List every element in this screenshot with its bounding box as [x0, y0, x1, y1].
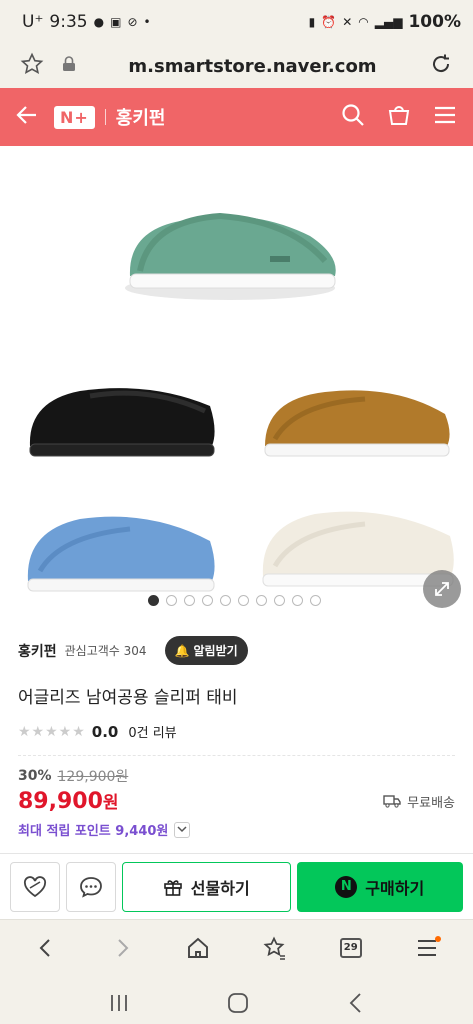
url-text[interactable]: m.smartstore.naver.com	[76, 56, 429, 77]
shipping-info: 무료배송	[383, 792, 455, 811]
home-outline-icon	[228, 993, 249, 1013]
gallery-dot[interactable]	[292, 595, 303, 606]
blue-slipper-image	[27, 516, 215, 592]
cart-icon[interactable]	[387, 103, 411, 131]
link-icon: ⊘	[127, 15, 138, 29]
expand-icon	[435, 582, 449, 596]
rating-value: 0.0	[91, 722, 119, 741]
seller-name[interactable]: 홍키펀	[18, 641, 57, 661]
signal-icon: ▂▄▆	[374, 15, 403, 29]
gift-icon	[163, 879, 182, 896]
battery-level: 100%	[408, 12, 461, 32]
chevron-down-icon	[177, 826, 187, 833]
browser-menu-button[interactable]	[407, 928, 447, 968]
product-title: 어글리즈 남여공용 슬리퍼 태비	[18, 688, 238, 708]
rating-stars: ★★★★★	[18, 723, 86, 740]
black-slipper-image	[29, 388, 215, 457]
discount-rate: 30%	[18, 768, 52, 784]
browser-tabs-button[interactable]: 29	[331, 928, 371, 968]
mute-icon: ✕	[342, 15, 353, 29]
shipping-label: 무료배송	[407, 795, 455, 811]
header-divider	[104, 109, 106, 125]
brown-slipper-image	[264, 390, 450, 457]
back-chevron-icon	[349, 993, 361, 1013]
browser-home-button[interactable]	[178, 928, 218, 968]
gallery-pagination	[148, 595, 321, 606]
gallery-dot[interactable]	[220, 595, 231, 606]
recent-apps-icon	[111, 995, 128, 1011]
buy-button[interactable]: N 구매하기	[296, 861, 463, 912]
lock-status-icon: ▮	[308, 15, 316, 29]
gallery-dot[interactable]	[184, 595, 195, 606]
clock: 9:35	[49, 12, 88, 32]
browser-url-bar: m.smartstore.naver.com	[0, 44, 473, 88]
favorite-star-icon[interactable]	[20, 52, 44, 80]
gallery-dot[interactable]	[274, 595, 285, 606]
store-name[interactable]: 홍키펀	[116, 104, 166, 130]
lock-icon	[62, 56, 76, 76]
divider	[18, 755, 455, 756]
gallery-icon: ▣	[110, 15, 122, 29]
chat-icon	[80, 876, 102, 898]
product-image-gallery[interactable]	[0, 146, 473, 616]
gift-label: 선물하기	[190, 878, 250, 898]
browser-toolbar: 29	[0, 919, 473, 975]
store-header: N+ 홍키펀	[0, 88, 473, 146]
status-bar: U⁺ 9:35 ● ▣ ⊘ • ▮ ⏰ ✕ ◠ ▂▄▆ 100%	[0, 0, 473, 44]
recent-apps-button[interactable]	[109, 994, 129, 1016]
bell-icon: 🔔	[174, 643, 190, 658]
buy-label: 구매하기	[365, 878, 425, 898]
back-arrow-icon[interactable]	[16, 104, 38, 130]
green-slipper-image	[125, 212, 336, 300]
heart-icon	[23, 875, 47, 897]
purchase-action-bar: 선물하기 N 구매하기	[0, 853, 473, 919]
chevron-left-icon	[39, 938, 50, 957]
notify-label: 알림받기	[193, 644, 238, 658]
talk-icon: ●	[93, 15, 105, 29]
talk-button[interactable]	[66, 861, 116, 912]
gift-button[interactable]: 선물하기	[122, 861, 291, 912]
review-count[interactable]: 0건 리뷰	[128, 722, 176, 741]
chevron-right-icon	[118, 938, 129, 957]
carrier-label: U⁺	[22, 12, 44, 32]
browser-back-button[interactable]	[26, 928, 66, 968]
sale-price-value: 89,900	[18, 789, 103, 814]
tab-count: 29	[339, 937, 362, 958]
price-unit: 원	[102, 793, 119, 813]
follower-count: 관심고객수 304	[64, 644, 147, 658]
gallery-dot[interactable]	[256, 595, 267, 606]
alarm-icon: ⏰	[321, 15, 337, 29]
max-points: 최대 적립 포인트 9,440원	[18, 824, 169, 839]
browser-bookmarks-button[interactable]	[255, 928, 295, 968]
system-navigation-bar	[0, 975, 473, 1024]
wifi-icon: ◠	[358, 15, 369, 29]
reload-icon[interactable]	[429, 52, 453, 80]
system-back-button[interactable]	[348, 992, 364, 1018]
notification-dot	[434, 935, 441, 942]
home-button[interactable]	[227, 992, 249, 1018]
gallery-dot[interactable]	[202, 595, 213, 606]
home-icon	[188, 937, 209, 958]
wishlist-button[interactable]	[10, 861, 60, 912]
product-info: 홍키펀 관심고객수 304 🔔 알림받기 어글리즈 남여공용 슬리퍼 태비 ★★…	[0, 616, 473, 853]
notify-button[interactable]: 🔔 알림받기	[164, 636, 248, 665]
points-expand-button[interactable]	[174, 821, 191, 838]
sale-price: 89,900원	[18, 788, 119, 814]
search-icon[interactable]	[341, 103, 365, 131]
gallery-dot[interactable]	[148, 595, 159, 606]
gallery-dot[interactable]	[310, 595, 321, 606]
naver-pay-icon: N	[335, 875, 358, 898]
expand-image-button[interactable]	[423, 570, 461, 608]
browser-forward-button[interactable]	[102, 928, 142, 968]
naver-plus-logo[interactable]: N+	[54, 105, 95, 129]
original-price: 129,900원	[57, 769, 129, 785]
menu-icon[interactable]	[433, 103, 457, 131]
gallery-dot[interactable]	[166, 595, 177, 606]
star-list-icon	[263, 936, 285, 960]
truck-icon	[383, 795, 401, 808]
gallery-dot[interactable]	[238, 595, 249, 606]
dot-icon: •	[143, 15, 151, 29]
